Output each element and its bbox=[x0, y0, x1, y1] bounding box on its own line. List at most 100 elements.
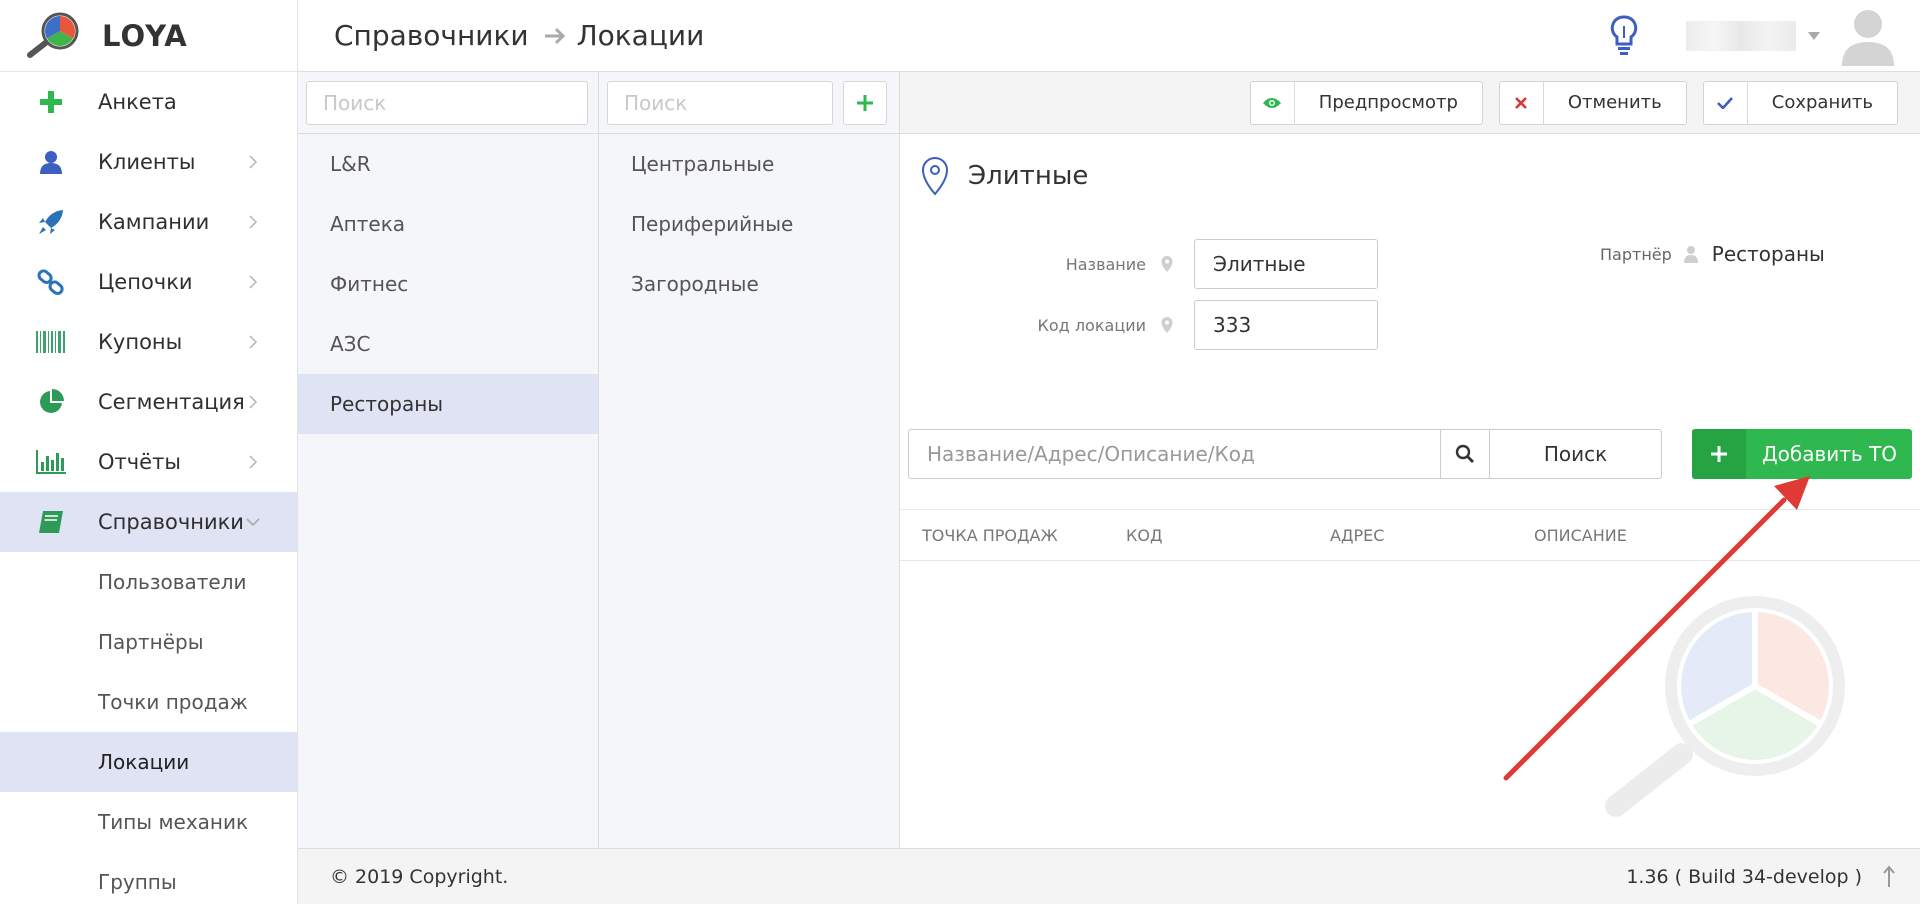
detail-title: Элитные bbox=[920, 156, 1088, 196]
sidebar-item-label: Сегментация bbox=[98, 390, 245, 414]
map-pin-icon bbox=[1161, 256, 1173, 272]
logo-icon bbox=[27, 12, 79, 58]
add-point-of-sale-button[interactable]: Добавить ТО bbox=[1692, 429, 1912, 479]
version-text: 1.36 ( Build 34-develop ) bbox=[1626, 865, 1862, 888]
partners-search-bar bbox=[298, 72, 598, 134]
search-button[interactable]: Поиск bbox=[1490, 429, 1662, 479]
code-field-row: Код локации bbox=[900, 300, 1378, 350]
list-item-partner-fitness[interactable]: Фитнес bbox=[298, 254, 598, 314]
sidebar-item-label: Цепочки bbox=[98, 270, 193, 294]
logo[interactable]: LOYA bbox=[0, 0, 297, 72]
add-button-label: Добавить ТО bbox=[1762, 442, 1897, 466]
sidebar-item-campaigns[interactable]: Кампании bbox=[0, 192, 297, 252]
chevron-right-icon bbox=[249, 335, 258, 349]
bar-chart-icon bbox=[36, 447, 66, 477]
location-name-input[interactable] bbox=[1194, 239, 1378, 289]
sidebar: LOYA Анкета Клиенты Кампании Цепочки Куп… bbox=[0, 0, 298, 904]
sidebar-item-label: Клиенты bbox=[98, 150, 196, 174]
caret-down-icon[interactable] bbox=[1808, 32, 1820, 40]
arrow-right-icon bbox=[544, 27, 565, 44]
save-button-label: Сохранить bbox=[1771, 92, 1873, 113]
barcode-icon bbox=[36, 327, 66, 357]
location-detail-panel: Предпросмотр Отменить Сохранить Элитные … bbox=[900, 72, 1920, 848]
chevron-right-icon bbox=[249, 155, 258, 169]
locations-search-input[interactable] bbox=[607, 80, 833, 125]
partner-info: Партнёр Рестораны bbox=[1600, 242, 1825, 266]
sidebar-item-chains[interactable]: Цепочки bbox=[0, 252, 297, 312]
partners-column: L&R Аптека Фитнес АЗС Рестораны bbox=[298, 72, 599, 848]
preview-button[interactable]: Предпросмотр bbox=[1249, 80, 1483, 125]
list-item-location-suburban[interactable]: Загородные bbox=[599, 254, 899, 314]
breadcrumb-directories[interactable]: Справочники bbox=[334, 19, 529, 52]
eye-icon bbox=[1251, 81, 1295, 124]
link-icon bbox=[36, 267, 66, 297]
sidebar-subitem-points-of-sale[interactable]: Точки продаж bbox=[0, 672, 297, 732]
sidebar-item-label: Отчёты bbox=[98, 450, 181, 474]
column-header-point-of-sale[interactable]: ТОЧКА ПРОДАЖ bbox=[922, 526, 1058, 545]
sidebar-subnav: Пользователи Партнёры Точки продаж Локац… bbox=[0, 552, 297, 904]
list-item-partner-gas-station[interactable]: АЗС bbox=[298, 314, 598, 374]
sidebar-item-label: Купоны bbox=[98, 330, 183, 354]
detail-toolbar: Предпросмотр Отменить Сохранить bbox=[900, 72, 1920, 134]
sidebar-subitem-users[interactable]: Пользователи bbox=[0, 552, 297, 612]
sidebar-item-segmentation[interactable]: Сегментация bbox=[0, 372, 297, 432]
code-label: Код локации bbox=[1037, 315, 1146, 335]
plus-icon bbox=[1692, 429, 1746, 479]
partner-label: Партнёр bbox=[1600, 244, 1672, 264]
list-item-partner-lr[interactable]: L&R bbox=[298, 134, 598, 194]
sidebar-subitem-mechanic-types[interactable]: Типы механик bbox=[0, 792, 297, 852]
location-code-input[interactable] bbox=[1194, 300, 1378, 350]
chevron-down-icon bbox=[246, 518, 260, 527]
add-location-button[interactable] bbox=[843, 80, 887, 125]
partners-list: L&R Аптека Фитнес АЗС Рестораны bbox=[298, 134, 598, 434]
chevron-right-icon bbox=[249, 215, 258, 229]
pie-icon bbox=[36, 387, 66, 417]
rocket-icon bbox=[36, 207, 66, 237]
avatar[interactable] bbox=[1840, 6, 1896, 66]
list-item-partner-pharmacy[interactable]: Аптека bbox=[298, 194, 598, 254]
sidebar-subitem-groups[interactable]: Группы bbox=[0, 852, 297, 904]
sidebar-item-survey[interactable]: Анкета bbox=[0, 72, 297, 132]
plus-icon bbox=[857, 94, 873, 111]
copyright-text: © 2019 Copyright. bbox=[330, 865, 509, 888]
chevron-right-icon bbox=[249, 395, 258, 409]
scroll-top-icon[interactable] bbox=[1882, 864, 1896, 889]
breadcrumb: Справочники Локации bbox=[334, 19, 704, 52]
lightbulb-icon[interactable] bbox=[1608, 14, 1640, 58]
column-header-address[interactable]: АДРЕС bbox=[1330, 526, 1384, 545]
user-name-blurred[interactable] bbox=[1686, 21, 1796, 51]
save-button[interactable]: Сохранить bbox=[1702, 80, 1898, 125]
points-search-input[interactable] bbox=[908, 429, 1440, 479]
list-item-location-central[interactable]: Центральные bbox=[599, 134, 899, 194]
sidebar-item-reports[interactable]: Отчёты bbox=[0, 432, 297, 492]
sidebar-subitem-partners[interactable]: Партнёры bbox=[0, 612, 297, 672]
top-header: Справочники Локации bbox=[298, 0, 1920, 72]
check-icon bbox=[1704, 81, 1748, 124]
partners-search-input[interactable] bbox=[306, 80, 588, 125]
sidebar-item-directories[interactable]: Справочники bbox=[0, 492, 297, 552]
chevron-right-icon bbox=[249, 455, 258, 469]
points-search-bar: Поиск bbox=[908, 429, 1662, 479]
sidebar-item-label: Анкета bbox=[98, 90, 177, 114]
partner-value: Рестораны bbox=[1711, 242, 1825, 266]
close-icon bbox=[1500, 81, 1544, 124]
locations-column: Центральные Периферийные Загородные bbox=[599, 72, 900, 848]
list-item-partner-restaurants[interactable]: Рестораны bbox=[298, 374, 598, 434]
empty-state-logo-icon bbox=[1605, 596, 1845, 817]
map-pin-icon bbox=[1161, 317, 1173, 333]
column-header-description[interactable]: ОПИСАНИЕ bbox=[1534, 526, 1627, 545]
header-actions bbox=[1608, 0, 1920, 72]
brand-name: LOYA bbox=[102, 18, 188, 53]
cancel-button[interactable]: Отменить bbox=[1498, 80, 1687, 125]
sidebar-item-clients[interactable]: Клиенты bbox=[0, 132, 297, 192]
cancel-button-label: Отменить bbox=[1567, 92, 1662, 113]
sidebar-item-coupons[interactable]: Купоны bbox=[0, 312, 297, 372]
list-item-location-peripheral[interactable]: Периферийные bbox=[599, 194, 899, 254]
column-header-code[interactable]: КОД bbox=[1126, 526, 1162, 545]
search-icon-button[interactable] bbox=[1440, 429, 1490, 479]
plus-icon bbox=[36, 87, 66, 117]
preview-button-label: Предпросмотр bbox=[1318, 92, 1458, 113]
sidebar-subitem-locations[interactable]: Локации bbox=[0, 732, 297, 792]
name-field-row: Название bbox=[900, 239, 1378, 289]
page-footer: © 2019 Copyright. 1.36 ( Build 34-develo… bbox=[298, 848, 1920, 904]
